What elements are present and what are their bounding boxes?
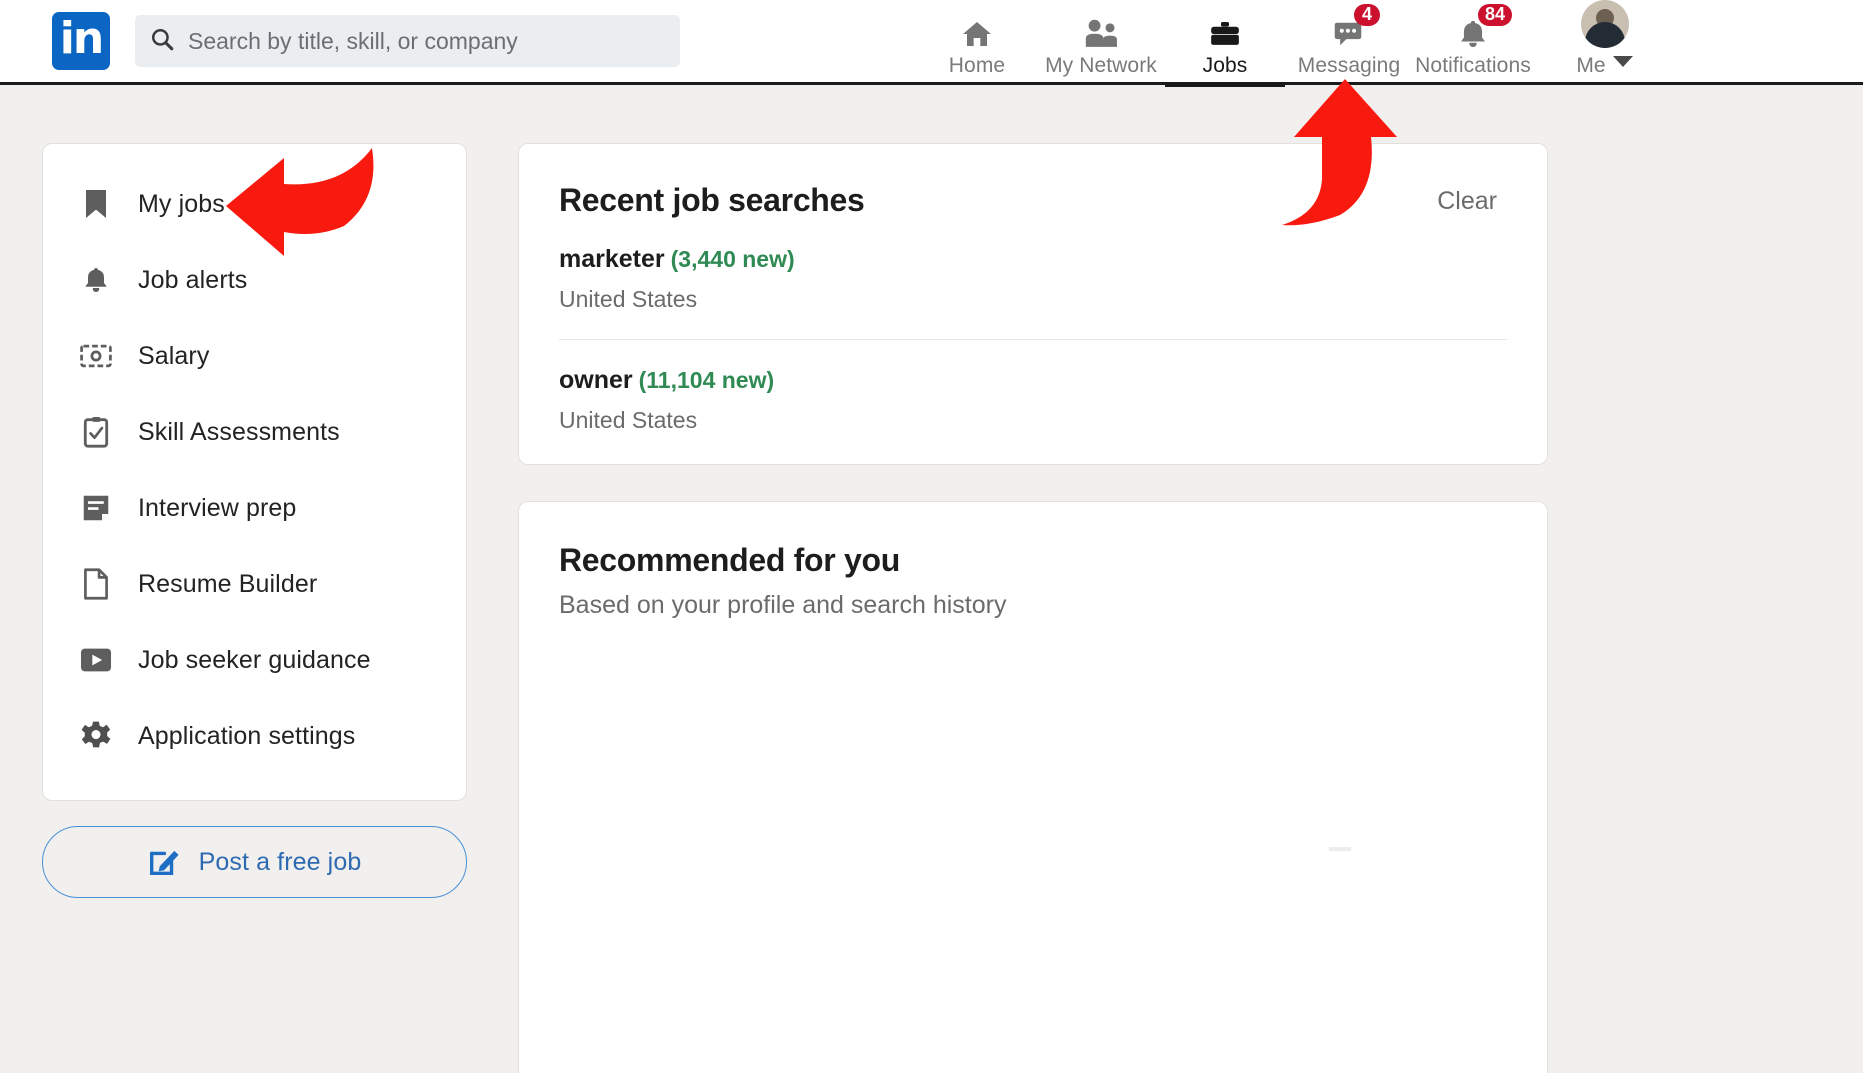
sidebar-label-job-alerts: Job alerts bbox=[138, 265, 248, 294]
main-content: Recent job searches Clear marketer (3,440… bbox=[518, 143, 1548, 1073]
nav-label-me: Me bbox=[1576, 53, 1606, 77]
chevron-down-icon bbox=[1612, 54, 1634, 73]
sidebar-label-skill-assessments: Skill Assessments bbox=[138, 417, 340, 446]
recent-job-searches-title: Recent job searches bbox=[559, 182, 865, 218]
home-icon bbox=[960, 10, 994, 50]
nav-item-jobs[interactable]: Jobs bbox=[1163, 0, 1287, 87]
people-icon bbox=[1083, 10, 1119, 50]
nav-item-messaging[interactable]: 4 Messaging bbox=[1287, 0, 1411, 84]
recent-search-row[interactable]: marketer (3,440 new) United States bbox=[559, 219, 1507, 313]
recent-job-searches-card: Recent job searches Clear marketer (3,440… bbox=[518, 143, 1548, 465]
recent-search-row[interactable]: owner (11,104 new) United States bbox=[559, 339, 1507, 434]
recommended-for-you-subtitle: Based on your profile and search history bbox=[559, 591, 1007, 619]
recent-search-location: United States bbox=[559, 286, 698, 312]
recent-search-new-count: (11,104 new) bbox=[638, 367, 775, 393]
recommended-for-you-title: Recommended for you bbox=[559, 542, 901, 578]
sidebar-label-my-jobs: My jobs bbox=[138, 189, 225, 218]
notifications-badge: 84 bbox=[1478, 3, 1513, 27]
sidebar-label-application-settings: Application settings bbox=[138, 721, 356, 750]
nav-label-notifications: Notifications bbox=[1415, 53, 1531, 77]
nav-item-me[interactable]: Me bbox=[1545, 0, 1665, 84]
bell-icon bbox=[77, 264, 115, 296]
search-bar[interactable] bbox=[135, 15, 680, 67]
sidebar-label-interview-prep: Interview prep bbox=[138, 493, 297, 522]
jobs-side-nav-card: My jobs Job alerts Salary Skill Assessme… bbox=[42, 143, 467, 801]
bell-icon: 84 bbox=[1456, 3, 1513, 50]
sidebar-label-salary: Salary bbox=[138, 341, 210, 370]
search-input[interactable] bbox=[188, 27, 666, 55]
gear-icon bbox=[77, 720, 115, 752]
recent-search-location: United States bbox=[559, 407, 698, 433]
nav-item-my-network[interactable]: My Network bbox=[1039, 0, 1163, 84]
nav-label-my-network: My Network bbox=[1045, 53, 1157, 77]
briefcase-icon bbox=[1207, 10, 1243, 50]
sidebar-label-job-seeker-guidance: Job seeker guidance bbox=[138, 645, 371, 674]
money-bill-icon bbox=[77, 342, 115, 370]
document-icon bbox=[77, 568, 115, 600]
nav-item-notifications[interactable]: 84 Notifications bbox=[1411, 0, 1535, 84]
nav-label-home: Home bbox=[948, 53, 1006, 77]
nav-label-jobs: Jobs bbox=[1202, 53, 1248, 77]
nav-item-home[interactable]: Home bbox=[915, 0, 1039, 84]
clear-recent-searches-button[interactable]: Clear bbox=[1437, 187, 1497, 216]
linkedin-logo[interactable]: in bbox=[52, 12, 110, 70]
recent-search-query: owner bbox=[559, 366, 633, 394]
post-a-free-job-label: Post a free job bbox=[198, 847, 362, 876]
note-icon bbox=[77, 493, 115, 523]
header-nav: Home My Network Jobs 4 Messaging 84 Noti… bbox=[915, 0, 1665, 87]
sidebar-item-skill-assessments[interactable]: Skill Assessments bbox=[43, 394, 466, 470]
sidebar-item-job-seeker-guidance[interactable]: Job seeker guidance bbox=[43, 622, 466, 698]
recommended-loading-placeholder bbox=[1329, 847, 1351, 851]
sidebar-item-resume-builder[interactable]: Resume Builder bbox=[43, 546, 466, 622]
nav-label-messaging: Messaging bbox=[1297, 53, 1401, 77]
play-video-icon bbox=[77, 647, 115, 673]
bookmark-icon bbox=[77, 188, 115, 220]
messaging-badge: 4 bbox=[1354, 3, 1380, 27]
sidebar-label-resume-builder: Resume Builder bbox=[138, 569, 318, 598]
sidebar-item-application-settings[interactable]: Application settings bbox=[43, 698, 466, 774]
recent-search-query: marketer bbox=[559, 245, 665, 273]
avatar bbox=[1581, 0, 1629, 48]
message-bubble-icon: 4 bbox=[1332, 3, 1380, 50]
recommended-for-you-card: Recommended for you Based on your profil… bbox=[518, 501, 1548, 1073]
global-header: in Home bbox=[0, 0, 1863, 87]
clipboard-check-icon bbox=[77, 416, 115, 448]
sidebar-item-interview-prep[interactable]: Interview prep bbox=[43, 470, 466, 546]
post-a-free-job-button[interactable]: Post a free job bbox=[42, 826, 467, 898]
pencil-square-icon bbox=[148, 843, 182, 882]
left-sidebar: My jobs Job alerts Salary Skill Assessme… bbox=[42, 143, 467, 898]
page-body: My jobs Job alerts Salary Skill Assessme… bbox=[0, 85, 1863, 1073]
recent-search-new-count: (3,440 new) bbox=[670, 246, 795, 272]
search-icon bbox=[149, 26, 175, 57]
sidebar-item-my-jobs[interactable]: My jobs bbox=[43, 166, 466, 242]
sidebar-item-salary[interactable]: Salary bbox=[43, 318, 466, 394]
sidebar-item-job-alerts[interactable]: Job alerts bbox=[43, 242, 466, 318]
